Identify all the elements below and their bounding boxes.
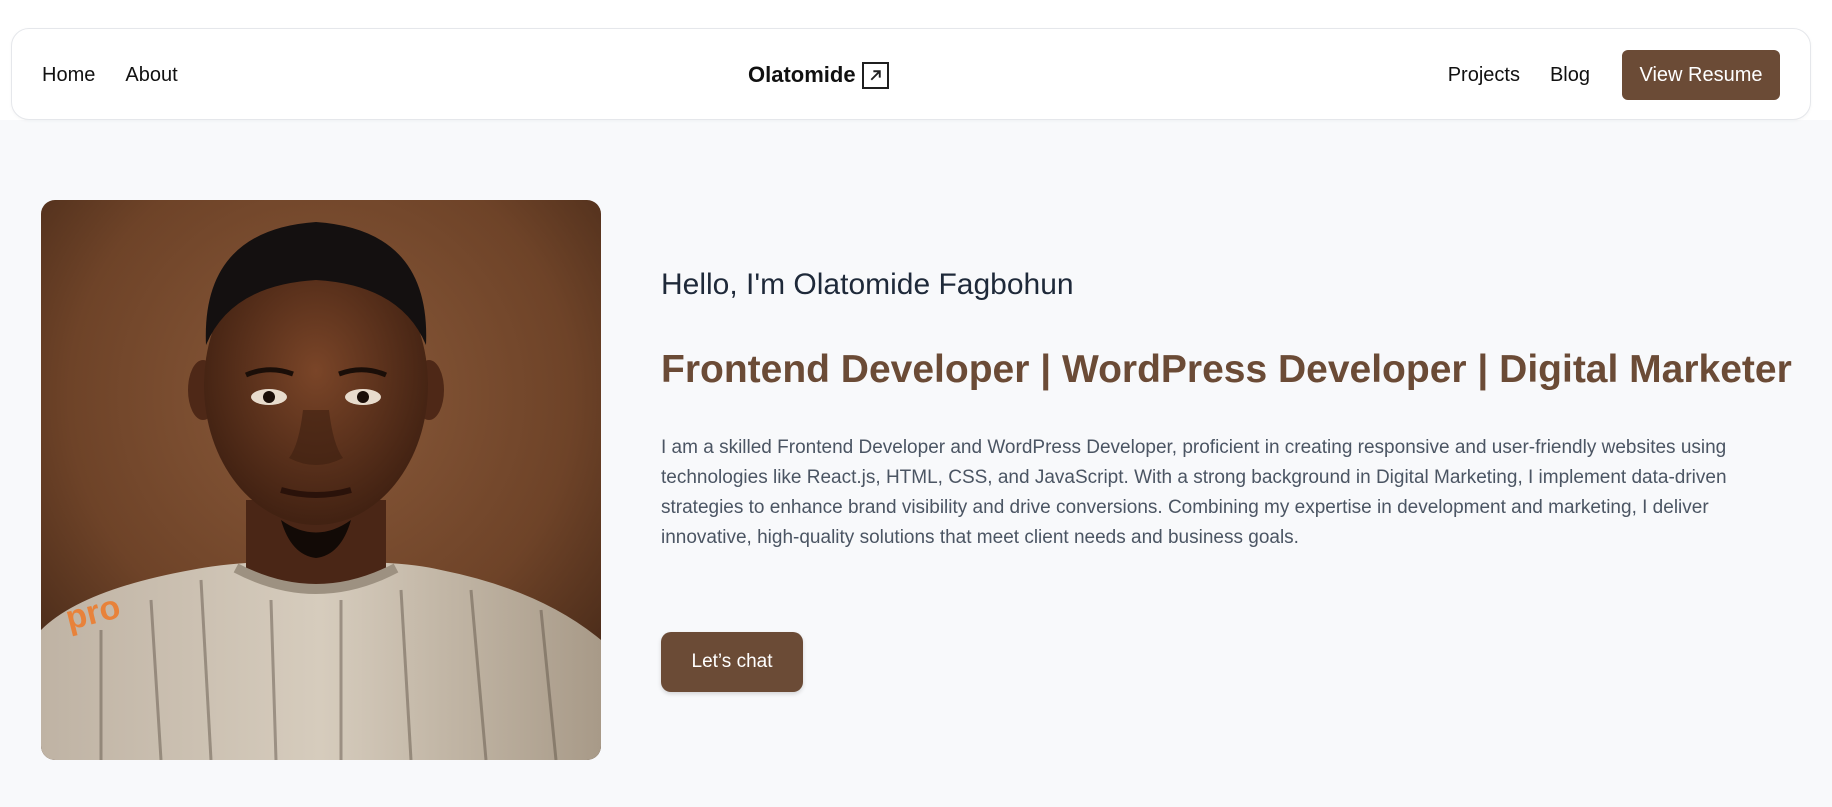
arrow-up-right-icon [861, 61, 889, 89]
nav-link-about[interactable]: About [125, 64, 177, 87]
nav-link-home[interactable]: Home [42, 64, 95, 87]
hero-bio: I am a skilled Frontend Developer and Wo… [661, 437, 1727, 548]
nav-link-blog[interactable]: Blog [1550, 64, 1590, 87]
view-resume-button[interactable]: View Resume [1622, 50, 1780, 100]
lets-chat-button[interactable]: Let’s chat [661, 632, 803, 692]
brand-logo[interactable]: Olatomide [748, 29, 889, 121]
nav-right-group: Projects Blog View Resume [1448, 29, 1780, 121]
profile-photo: pro [41, 200, 601, 760]
nav-left-group: Home About [42, 29, 178, 121]
nav-link-projects[interactable]: Projects [1448, 64, 1520, 87]
hero-greeting: Hello, I'm Olatomide Fagbohun [661, 268, 1074, 301]
brand-name: Olatomide [748, 62, 856, 87]
navbar: Home About Olatomide Projects Blog View … [11, 28, 1811, 120]
hero-headline: Frontend Developer | WordPress Developer… [661, 348, 1792, 391]
